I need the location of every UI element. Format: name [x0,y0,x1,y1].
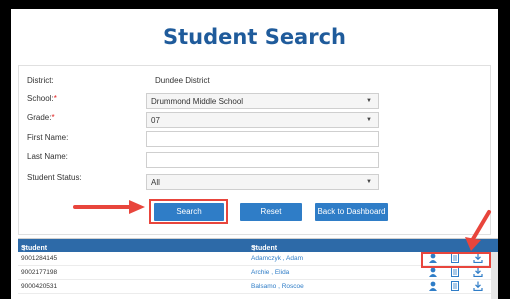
student-name-link[interactable]: Adamczyk , Adam [251,255,303,262]
arrow-annotation-search [73,200,145,214]
school-label: School: [27,94,54,103]
person-icon[interactable] [428,267,438,277]
download-icon[interactable] [473,281,483,291]
arrow-annotation-icons [465,210,491,251]
student-gtid: 9001284145 [21,255,58,262]
status-select-value: All [151,178,160,187]
student-gtid: 9002177198 [21,269,58,276]
required-mark: * [51,113,55,122]
student-search-page: Student Search District: Dundee District… [11,9,498,299]
grid-header: ⊤ Student GTID ⊤ Student Name [18,239,498,259]
student-name-link[interactable]: Archie , Elida [251,269,289,276]
back-to-dashboard-button[interactable]: Back to Dashboard [315,203,388,221]
school-select-value: Drummond Middle School [151,97,244,106]
chevron-down-icon: ▼ [366,117,372,123]
table-row: 9002177198 Archie , Elida [18,266,498,280]
table-row: 9000420531 Balsamo , Roscoe [18,280,498,294]
page-title: Student Search [163,25,346,49]
grid-scrollbar[interactable] [491,252,498,299]
grade-label: Grade: [27,113,52,122]
grade-select[interactable]: 07 ▼ [146,112,379,128]
required-mark: * [53,94,57,103]
district-value: Dundee District [155,76,210,85]
results-grid: ⊤ Student GTID ⊤ Student Name 9001284145 A… [18,238,498,299]
first-name-label: First Name: [27,133,69,142]
chevron-down-icon: ▼ [366,179,372,185]
last-name-label: Last Name: [27,152,68,161]
status-select[interactable]: All ▼ [146,174,379,190]
student-gtid: 9000420531 [21,283,58,290]
student-name-link[interactable]: Balsamo , Roscoe [251,283,304,290]
search-button[interactable]: Search [154,203,224,221]
person-icon[interactable] [428,281,438,291]
grade-select-value: 07 [151,116,160,125]
last-name-input[interactable] [146,152,379,168]
first-name-input[interactable] [146,131,379,147]
reset-button[interactable]: Reset [240,203,302,221]
chevron-down-icon: ▼ [366,98,372,104]
icons-highlight-box [421,252,491,268]
district-label: District: [27,76,54,85]
status-label: Student Status: [27,173,82,182]
school-select[interactable]: Drummond Middle School ▼ [146,93,379,109]
document-icon[interactable] [450,281,460,291]
document-icon[interactable] [450,267,460,277]
download-icon[interactable] [473,267,483,277]
